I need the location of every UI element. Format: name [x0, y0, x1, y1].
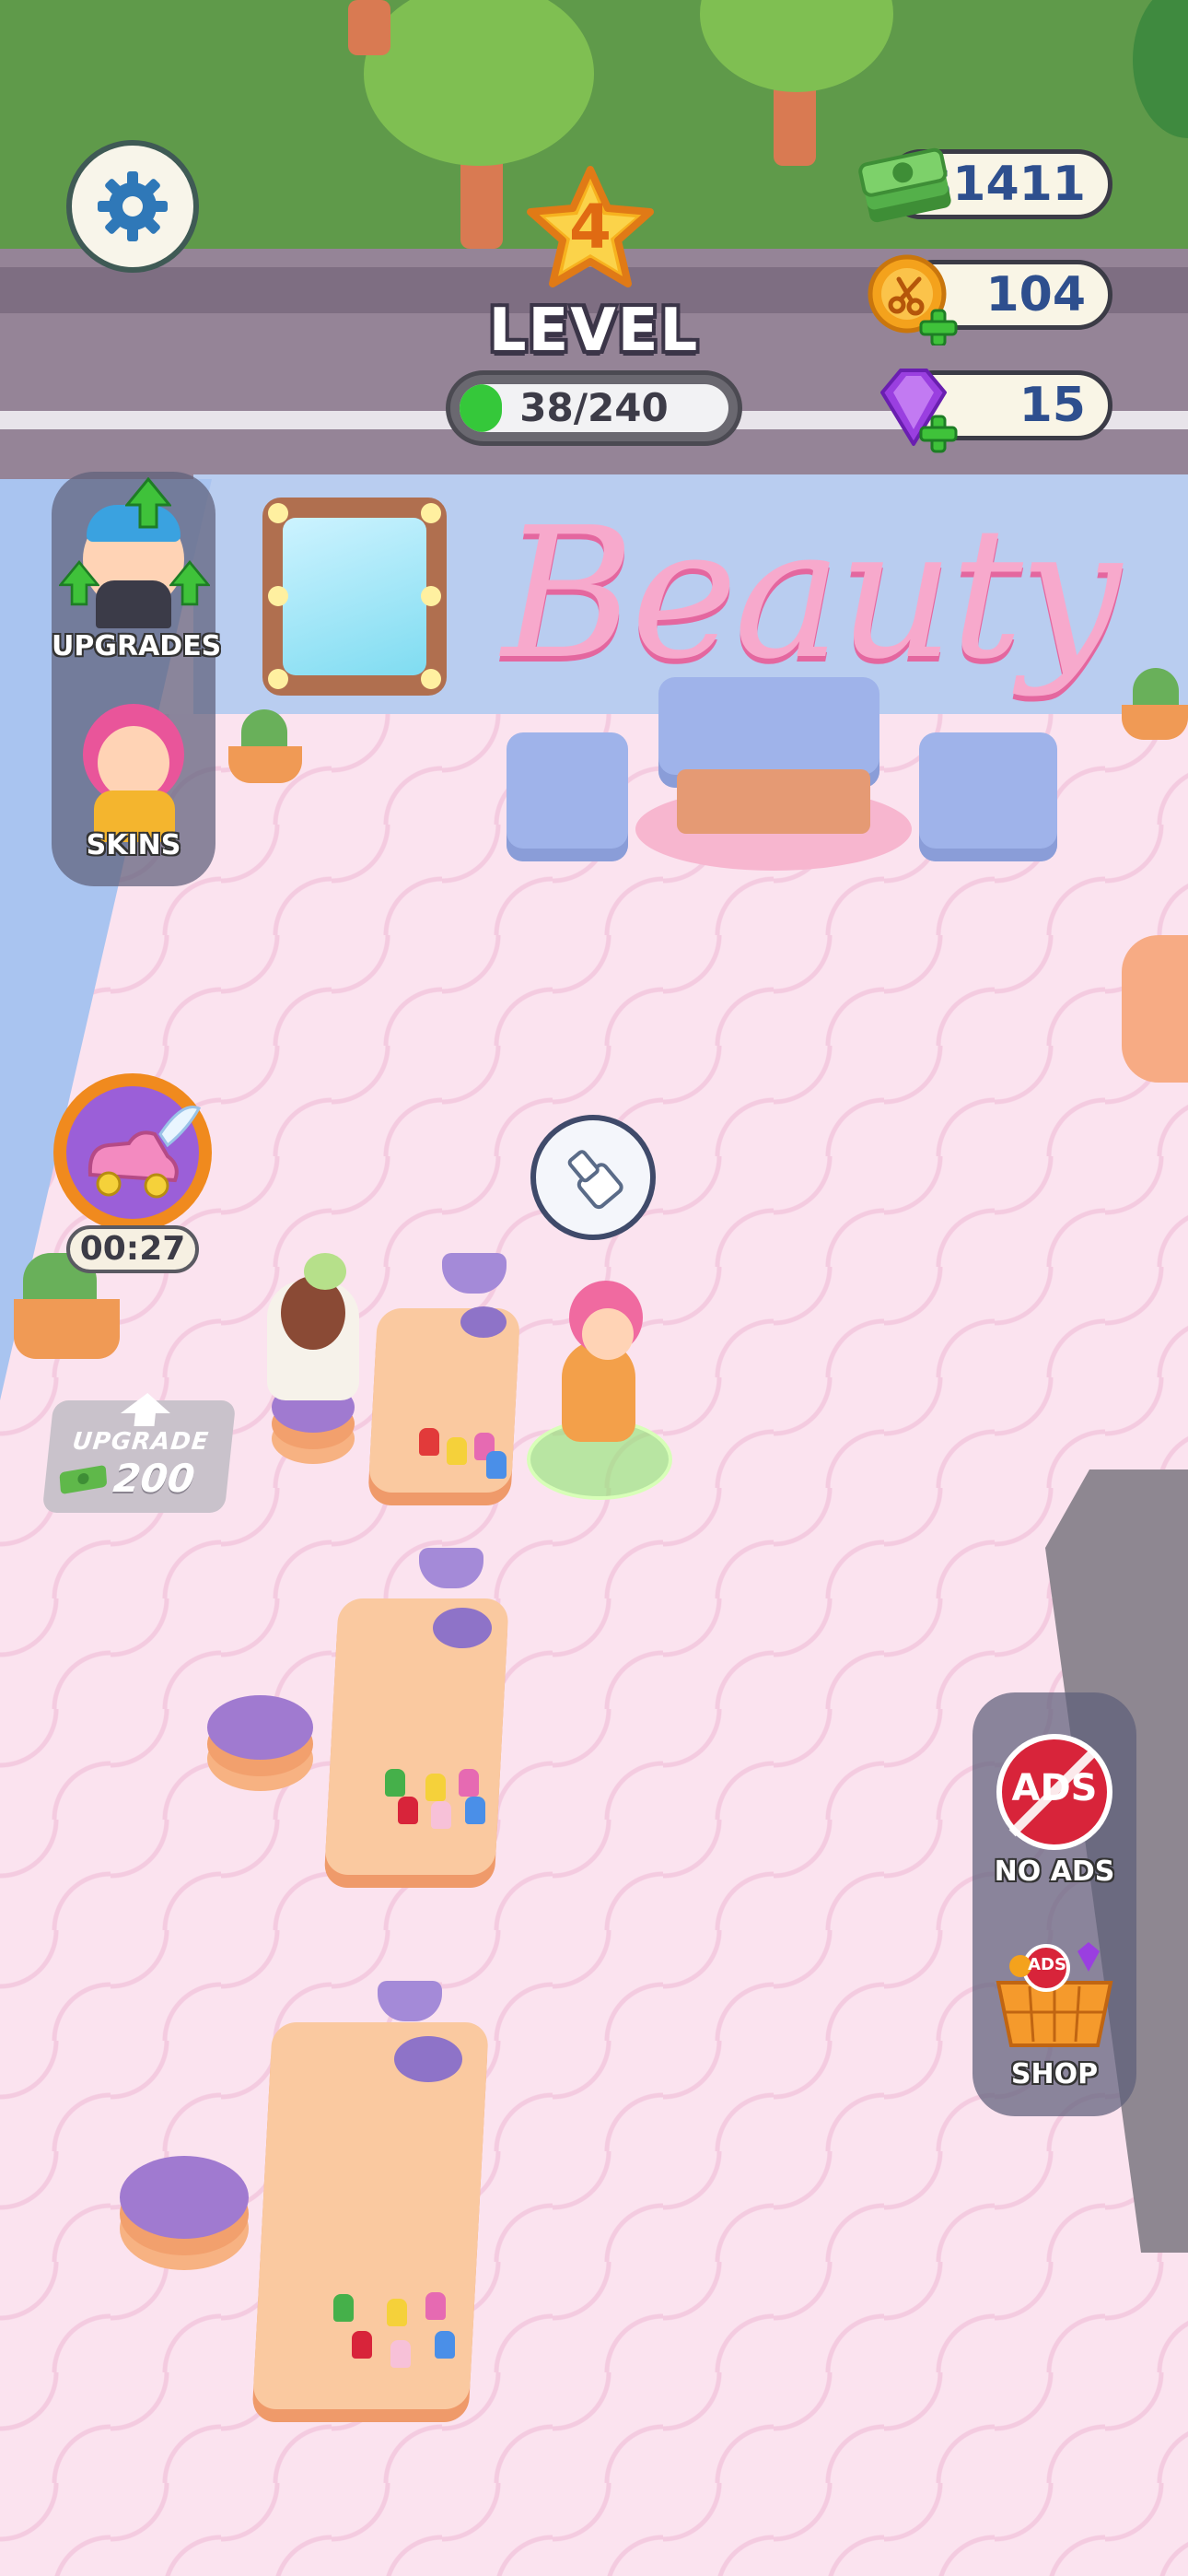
- plant-pot: [14, 1299, 120, 1359]
- level-progress-text: 38/240: [519, 385, 669, 430]
- nail-polish: [387, 2299, 407, 2326]
- shop-button[interactable]: ADS SHOP: [973, 1935, 1136, 2110]
- nail-polish: [352, 2331, 372, 2359]
- boost-timer: 00:27: [66, 1225, 199, 1273]
- nail-polish: [385, 1769, 405, 1797]
- cash-icon: [59, 1465, 107, 1494]
- customer-stool: [120, 2156, 249, 2239]
- upgrade-pad-price: 200: [111, 1456, 197, 1501]
- shop-icon-ads-text: ADS: [1028, 1955, 1066, 1974]
- task-bubble: [530, 1115, 656, 1240]
- upgrade-station-pad[interactable]: UPGRADE 200: [41, 1393, 237, 1513]
- nail-polish: [431, 1801, 451, 1829]
- nail-polish: [486, 1451, 507, 1479]
- nail-polish: [398, 1797, 418, 1824]
- upgrade-pad-title: UPGRADE: [71, 1428, 211, 1456]
- speed-boost-button[interactable]: [53, 1073, 212, 1232]
- no-ads-button[interactable]: ADS NO ADS: [973, 1723, 1136, 1907]
- nail-polish: [390, 2340, 411, 2368]
- wall-mirror: [262, 498, 447, 696]
- skins-button[interactable]: SKINS: [52, 682, 215, 875]
- beauty-sign: Beauty: [502, 489, 1122, 699]
- nail-polish: [419, 1428, 439, 1456]
- nail-polish: [425, 2292, 446, 2320]
- upgrades-label: UPGRADES: [52, 630, 222, 662]
- scissors-coin-icon[interactable]: [866, 253, 967, 347]
- nail-polish-task-icon: [567, 1150, 623, 1210]
- nail-polish: [333, 2294, 354, 2322]
- arrow-up-icon: [169, 560, 210, 606]
- skins-label: SKINS: [86, 829, 181, 861]
- shop-label: SHOP: [1010, 2058, 1099, 2090]
- winged-shoe-icon: [87, 1106, 201, 1199]
- coffee-table: [677, 769, 870, 834]
- no-ads-label: NO ADS: [994, 1856, 1115, 1888]
- nail-polish: [459, 1769, 479, 1797]
- customer-stool: [207, 1695, 313, 1760]
- nail-polish: [465, 1797, 485, 1824]
- no-ads-icon: ADS: [996, 1734, 1112, 1850]
- plant-pot: [1122, 705, 1188, 740]
- scissor-token-value: 104: [985, 267, 1086, 322]
- arrow-up-icon: [59, 560, 99, 606]
- arrow-up-icon: [125, 477, 171, 529]
- upgrades-button[interactable]: UPGRADES: [52, 472, 222, 670]
- armchair-left: [507, 732, 628, 861]
- cash-stack-icon: [855, 138, 956, 230]
- gem-value: 15: [1019, 378, 1086, 433]
- nail-polish: [425, 1774, 446, 1801]
- nail-polish: [447, 1437, 467, 1465]
- level-star-badge: 4: [521, 164, 659, 293]
- level-number: 4: [569, 192, 611, 263]
- level-progress-bar: 38/240: [446, 370, 742, 446]
- plant-pot: [228, 746, 302, 783]
- salon-floor: [0, 714, 1188, 2576]
- level-label: LEVEL: [488, 297, 700, 365]
- tree-trunk: [348, 0, 390, 55]
- settings-button[interactable]: [66, 140, 199, 273]
- gem-icon[interactable]: [866, 361, 967, 453]
- arrow-up-icon: [120, 1393, 170, 1426]
- nail-polish: [435, 2331, 455, 2359]
- orange-furniture-edge: [1122, 935, 1188, 1083]
- gear-icon: [98, 171, 168, 241]
- armchair-right: [919, 732, 1057, 861]
